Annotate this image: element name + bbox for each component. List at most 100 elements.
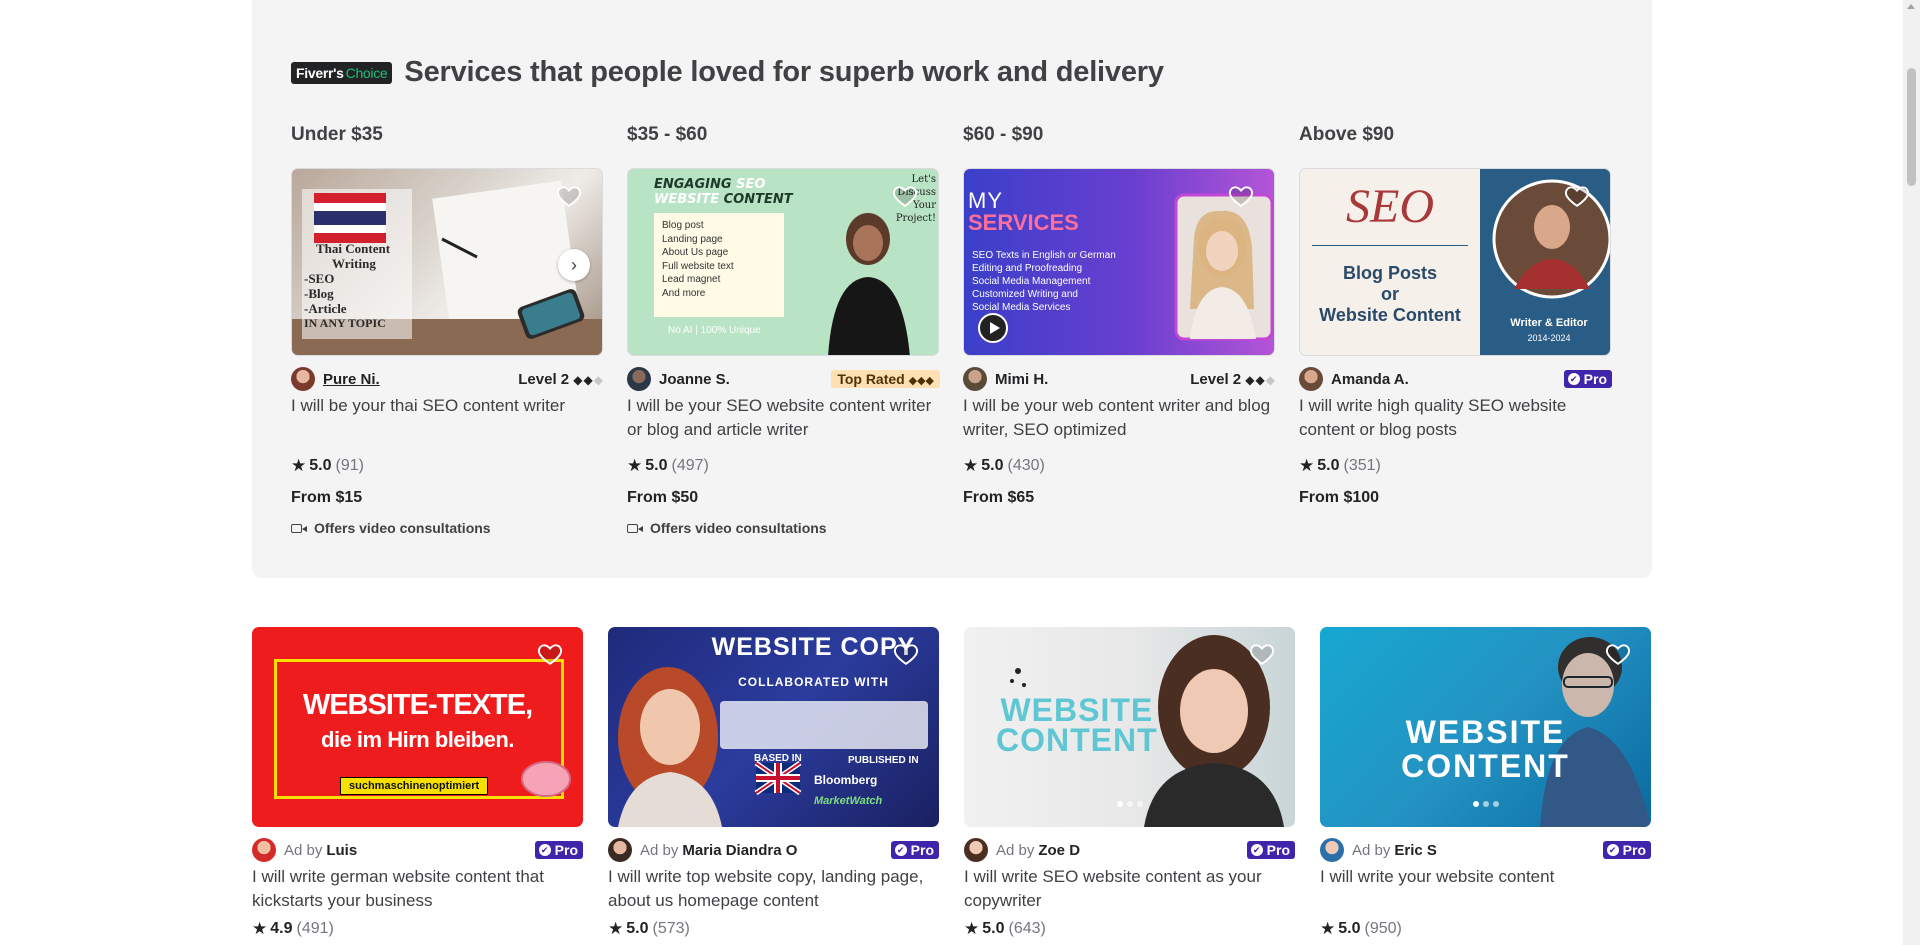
avatar[interactable] [1299,367,1323,391]
avatar[interactable] [627,367,651,391]
scroll-up-arrow-icon[interactable] [1907,4,1915,9]
page-scrollbar[interactable] [1903,0,1920,945]
image-line: -Blog [304,286,334,301]
pro-label: Pro [1266,842,1290,858]
heart-icon[interactable] [1605,641,1631,667]
gig-title[interactable]: I will write high quality SEO website co… [1299,394,1612,442]
heart-icon[interactable] [1564,183,1590,209]
ad-gig-card[interactable]: WEBSITE CONTENT Ad by Eric S ✔ Pro I will… [1320,627,1651,939]
video-label: Offers video consultations [314,520,491,536]
heart-icon[interactable] [893,641,919,667]
badge-word: Choice [345,64,388,81]
gig-image[interactable]: WEBSITE CONTENT [964,627,1295,827]
gig-title[interactable]: I will be your web content writer and bl… [963,394,1276,442]
avatar[interactable] [1320,838,1344,862]
gig-title[interactable]: I will be your thai SEO content writer [291,394,604,442]
avatar[interactable] [608,838,632,862]
seller-name[interactable]: Zoe D [1038,842,1080,859]
review-count: (950) [1364,920,1402,937]
choice-header: Fiverr's Choice Services that people love… [291,56,1164,89]
seller-name[interactable]: Joanne S. [659,371,730,388]
gig-image[interactable]: ENGAGING SEO WEBSITE CONTENT Blog post L… [627,168,939,356]
heart-icon[interactable] [1249,641,1275,667]
pro-badge: ✔ Pro [1602,841,1651,859]
image-line: WEBSITE [1000,692,1154,728]
scrollbar-thumb[interactable] [1907,68,1916,186]
chevron-right-icon[interactable]: › [558,249,590,281]
pro-badge: ✔ Pro [890,841,939,859]
gig-title[interactable]: I will write german website content that… [252,865,583,913]
rating-value: 4.9 [270,920,293,937]
column-heading: $35 - $60 [627,124,708,145]
gig-rating: ★ 5.0 (91) [291,456,604,476]
gig-title[interactable]: I will write your website content [1320,865,1651,913]
avatar[interactable] [252,838,276,862]
price-column-60-90: $60 - $90 MY SERVICES SEO Texts in Engli… [963,124,1276,507]
gig-rating: ★ 5.0 (351) [1299,456,1612,476]
image-role: Writer & Editor [1510,317,1588,329]
seller-row: Joanne S. Top Rated ◆◆◆ [627,366,940,392]
ad-gig-card[interactable]: WEBSITE COPY COLLABORATED WITH BASED IN … [608,627,939,939]
pro-label: Pro [910,842,934,858]
play-video-icon[interactable] [978,313,1008,343]
review-count: (497) [671,457,709,474]
avatar[interactable] [291,367,315,391]
seller-row: Amanda A. ✔ Pro [1299,366,1612,392]
gig-image[interactable]: WEBSITE COPY COLLABORATED WITH BASED IN … [608,627,939,827]
seller-name[interactable]: Pure Ni. [323,371,380,388]
gig-title[interactable]: I will write SEO website content as your… [964,865,1295,913]
gig-image[interactable]: SEO Blog Posts or Website Content Writer… [1299,168,1611,356]
ad-gig-card[interactable]: WEBSITE CONTENT Ad by Zoe D ✔ Pro I will … [964,627,1295,939]
rating-value: 5.0 [309,457,332,474]
gig-rating: ★ 5.0 (643) [964,919,1295,939]
image-line: WEBSITE [1405,714,1566,750]
gig-price: From $65 [963,489,1035,506]
seller-name[interactable]: Maria Diandra O [682,842,797,859]
level-diamonds-icon: ◆◆◆ [573,372,604,387]
rating-value: 5.0 [626,920,649,937]
column-heading: Under $35 [291,124,383,145]
carousel-dots[interactable] [1116,801,1143,807]
seller-name[interactable]: Amanda A. [1331,371,1409,388]
pro-badge: ✔ Pro [1563,370,1612,388]
level-diamonds-icon: ◆◆◆ [1245,372,1276,387]
star-icon: ★ [252,919,268,938]
heart-icon[interactable] [556,183,582,209]
review-count: (643) [1008,920,1046,937]
gig-title[interactable]: I will be your SEO website content write… [627,394,940,442]
rating-value: 5.0 [1338,920,1361,937]
price-column-above-90: Above $90 SEO Blog Posts or Website Cont… [1299,124,1612,507]
gig-rating: ★ 5.0 (573) [608,919,939,939]
gig-image[interactable]: Thai Content Writing -SEO -Blog -Article… [291,168,603,356]
image-years: 2014-2024 [1527,333,1571,343]
heart-icon[interactable] [892,183,918,209]
ad-label: Ad by [284,841,323,859]
rating-value: 5.0 [1317,457,1340,474]
carousel-dots[interactable] [1472,801,1499,807]
seller-name[interactable]: Mimi H. [995,371,1048,388]
avatar[interactable] [964,838,988,862]
video-camera-icon [291,523,307,533]
gig-image[interactable]: WEBSITE CONTENT [1320,627,1651,827]
verified-check-icon: ✔ [1606,844,1619,856]
level-label: Level 2 [518,370,570,388]
pro-badge: ✔ Pro [1246,841,1295,859]
gig-price: From $50 [627,489,699,506]
top-rated-badge: Top Rated ◆◆◆ [831,370,940,388]
ad-gig-card[interactable]: WEBSITE-TEXTE, die im Hirn bleiben. such… [252,627,583,939]
seller-level: Level 2 ◆◆◆ [518,371,604,388]
seller-name[interactable]: Eric S [1394,842,1437,859]
seller-name[interactable]: Luis [326,842,357,859]
heart-icon[interactable] [537,641,563,667]
gig-image[interactable]: MY SERVICES SEO Texts in English or Germ… [963,168,1275,356]
image-line: -SEO [304,271,335,286]
avatar[interactable] [963,367,987,391]
image-line: COLLABORATED WITH [738,675,889,689]
gig-title[interactable]: I will write top website copy, landing p… [608,865,939,913]
gig-image[interactable]: WEBSITE-TEXTE, die im Hirn bleiben. such… [252,627,583,827]
heart-icon[interactable] [1228,183,1254,209]
column-heading: Above $90 [1299,124,1395,145]
image-line: PUBLISHED IN [848,755,919,766]
gig-rating: ★ 4.9 (491) [252,919,583,939]
image-line: CONTENT [1401,748,1570,784]
